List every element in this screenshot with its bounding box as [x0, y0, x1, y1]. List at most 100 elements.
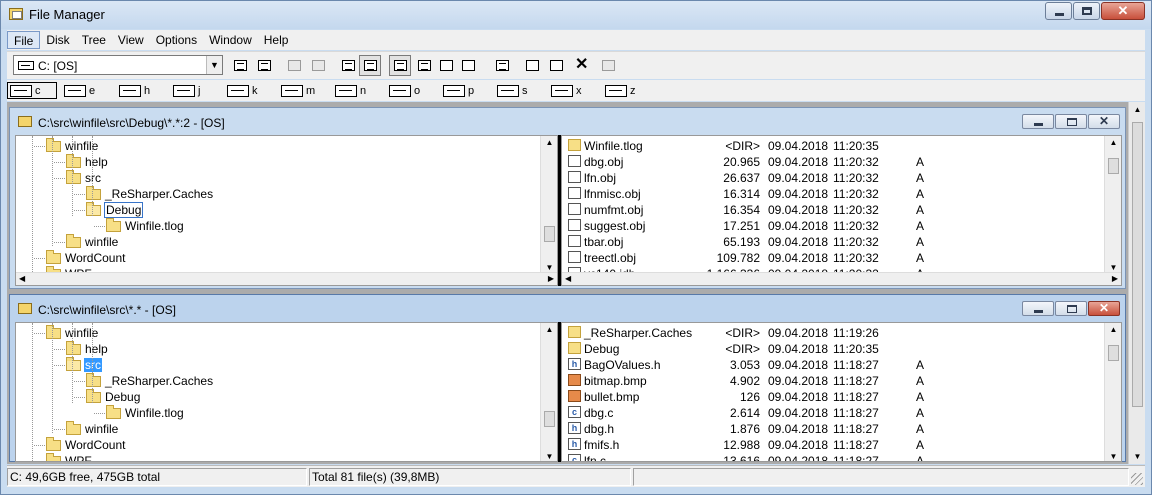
file-row[interactable]: c lfn.c 13.616 09.04.2018 11:18:27 A	[568, 453, 1088, 461]
scroll-down-icon[interactable]: ▼	[1105, 263, 1121, 272]
menu-window[interactable]: Window	[203, 31, 258, 49]
tree-node[interactable]: _ReSharper.Caches	[86, 185, 214, 202]
drive-n[interactable]: n	[333, 82, 383, 99]
scroll-left-icon[interactable]: ◀	[565, 274, 571, 283]
scroll-down-icon[interactable]: ▼	[1129, 452, 1146, 461]
menu-help[interactable]: Help	[258, 31, 295, 49]
tree-pane[interactable]: winfile help src _ReSharper.Caches Debug Winf…	[15, 135, 558, 286]
tree-horizontal-scrollbar[interactable]: ◀ ▶	[16, 272, 557, 285]
disconnect-drive-button[interactable]	[253, 55, 275, 76]
scroll-down-icon[interactable]: ▼	[541, 263, 557, 272]
stop-sharing-button[interactable]	[307, 55, 329, 76]
title-bar[interactable]: File Manager ✕	[1, 1, 1151, 29]
tree-node[interactable]: winfile	[66, 420, 119, 437]
file-row[interactable]: c dbg.c 2.614 09.04.2018 11:18:27 A	[568, 405, 1088, 421]
child-minimize-button[interactable]	[1022, 301, 1054, 316]
file-row[interactable]: h BagOValues.h 3.053 09.04.2018 11:18:27 A	[568, 357, 1088, 373]
file-row[interactable]: bullet.bmp 126 09.04.2018 11:18:27 A	[568, 389, 1088, 405]
child-close-button[interactable]: ✕	[1088, 301, 1120, 316]
copy-button[interactable]	[521, 55, 543, 76]
file-row[interactable]: dbg.obj 20.965 09.04.2018 11:20:32 A	[568, 154, 1088, 170]
drive-o[interactable]: o	[387, 82, 437, 99]
file-row[interactable]: tbar.obj 65.193 09.04.2018 11:20:32 A	[568, 234, 1088, 250]
drive-k[interactable]: k	[225, 82, 275, 99]
minimize-button[interactable]	[1045, 2, 1072, 20]
child-title-bar[interactable]: C:\src\winfile\src\*.* - [OS] ✕	[10, 295, 1125, 321]
file-vertical-scrollbar[interactable]: ▲ ▼	[1104, 323, 1121, 461]
tree-node[interactable]: winfile	[66, 233, 119, 250]
drive-x[interactable]: x	[549, 82, 599, 99]
file-horizontal-scrollbar[interactable]: ◀ ▶	[562, 272, 1121, 285]
tree-node[interactable]: WordCount	[46, 249, 126, 266]
workspace-vertical-scrollbar[interactable]: ▲ ▼	[1128, 102, 1145, 464]
file-list-pane[interactable]: Winfile.tlog <DIR> 09.04.2018 11:20:35 dbg.o…	[561, 135, 1122, 286]
scroll-down-icon[interactable]: ▼	[541, 452, 557, 461]
tree-node[interactable]: Debug	[86, 388, 141, 405]
menu-disk[interactable]: Disk	[40, 31, 75, 49]
drive-h[interactable]: h	[117, 82, 167, 99]
child-title-bar[interactable]: C:\src\winfile\src\Debug\*.*:2 - [OS] ✕	[10, 108, 1125, 134]
file-vertical-scrollbar[interactable]: ▲ ▼	[1104, 136, 1121, 274]
close-button[interactable]: ✕	[1101, 2, 1145, 20]
scroll-left-icon[interactable]: ◀	[19, 274, 25, 283]
share-button[interactable]	[283, 55, 305, 76]
sort-by-name-button[interactable]	[389, 55, 411, 76]
tree-vertical-scrollbar[interactable]: ▲ ▼	[540, 136, 557, 274]
scroll-thumb[interactable]	[544, 226, 555, 242]
child-maximize-button[interactable]	[1055, 301, 1087, 316]
drive-c[interactable]: c	[7, 82, 57, 99]
file-row[interactable]: bitmap.bmp 4.902 09.04.2018 11:18:27 A	[568, 373, 1088, 389]
tree-node[interactable]: WPF	[46, 452, 93, 461]
list-view-button[interactable]	[359, 55, 381, 76]
resize-grip-icon[interactable]	[1131, 473, 1143, 485]
menu-view[interactable]: View	[112, 31, 150, 49]
scroll-down-icon[interactable]: ▼	[1105, 452, 1121, 461]
drive-j[interactable]: j	[171, 82, 221, 99]
tree-vertical-scrollbar[interactable]: ▲ ▼	[540, 323, 557, 461]
drive-z[interactable]: z	[603, 82, 653, 99]
drive-s[interactable]: s	[495, 82, 545, 99]
scroll-thumb[interactable]	[1108, 345, 1119, 361]
chevron-down-icon[interactable]: ▼	[206, 56, 222, 74]
maximize-button[interactable]	[1073, 2, 1100, 20]
help-button[interactable]	[597, 55, 619, 76]
child-maximize-button[interactable]	[1055, 114, 1087, 129]
file-row[interactable]: Debug <DIR> 09.04.2018 11:20:35	[568, 341, 1088, 357]
scroll-thumb[interactable]	[1132, 122, 1143, 407]
tree-node[interactable]: Winfile.tlog	[106, 404, 185, 421]
paste-button[interactable]	[545, 55, 567, 76]
menu-tree[interactable]: Tree	[76, 31, 112, 49]
drive-m[interactable]: m	[279, 82, 329, 99]
connect-drive-button[interactable]	[229, 55, 251, 76]
scroll-up-icon[interactable]: ▲	[1105, 325, 1121, 334]
file-row[interactable]: lfnmisc.obj 16.314 09.04.2018 11:20:32 A	[568, 186, 1088, 202]
drive-dropdown[interactable]: C: [OS] ▼	[13, 55, 223, 75]
directory-window-debug[interactable]: C:\src\winfile\src\Debug\*.*:2 - [OS] ✕ …	[9, 107, 1126, 289]
file-row[interactable]: h dbg.h 1.876 09.04.2018 11:18:27 A	[568, 421, 1088, 437]
scroll-right-icon[interactable]: ▶	[1112, 274, 1118, 283]
menu-file[interactable]: File	[7, 31, 41, 49]
tree-node[interactable]: Debug	[86, 201, 144, 218]
child-close-button[interactable]: ✕	[1088, 114, 1120, 129]
file-row[interactable]: numfmt.obj 16.354 09.04.2018 11:20:32 A	[568, 202, 1088, 218]
sort-by-size-button[interactable]	[435, 55, 457, 76]
menu-options[interactable]: Options	[150, 31, 203, 49]
file-row[interactable]: suggest.obj 17.251 09.04.2018 11:20:32 A	[568, 218, 1088, 234]
drive-e[interactable]: e	[62, 82, 112, 99]
delete-button[interactable]	[569, 55, 591, 76]
file-row[interactable]: treectl.obj 109.782 09.04.2018 11:20:32 A	[568, 250, 1088, 266]
scroll-up-icon[interactable]: ▲	[1105, 138, 1121, 147]
tree-pane[interactable]: winfile help src _ReSharper.Caches Debug Winf…	[15, 322, 558, 462]
file-row[interactable]: _ReSharper.Caches <DIR> 09.04.2018 11:19:26	[568, 325, 1088, 341]
scroll-right-icon[interactable]: ▶	[548, 274, 554, 283]
scroll-up-icon[interactable]: ▲	[1129, 105, 1146, 114]
file-row[interactable]: h fmifs.h 12.988 09.04.2018 11:18:27 A	[568, 437, 1088, 453]
scroll-up-icon[interactable]: ▲	[541, 138, 557, 147]
drive-p[interactable]: p	[441, 82, 491, 99]
sort-by-type-button[interactable]	[413, 55, 435, 76]
sort-by-date-button[interactable]	[457, 55, 479, 76]
scroll-up-icon[interactable]: ▲	[541, 325, 557, 334]
directory-window-src[interactable]: C:\src\winfile\src\*.* - [OS] ✕ winfile h…	[9, 294, 1126, 462]
scroll-thumb[interactable]	[544, 411, 555, 427]
child-minimize-button[interactable]	[1022, 114, 1054, 129]
